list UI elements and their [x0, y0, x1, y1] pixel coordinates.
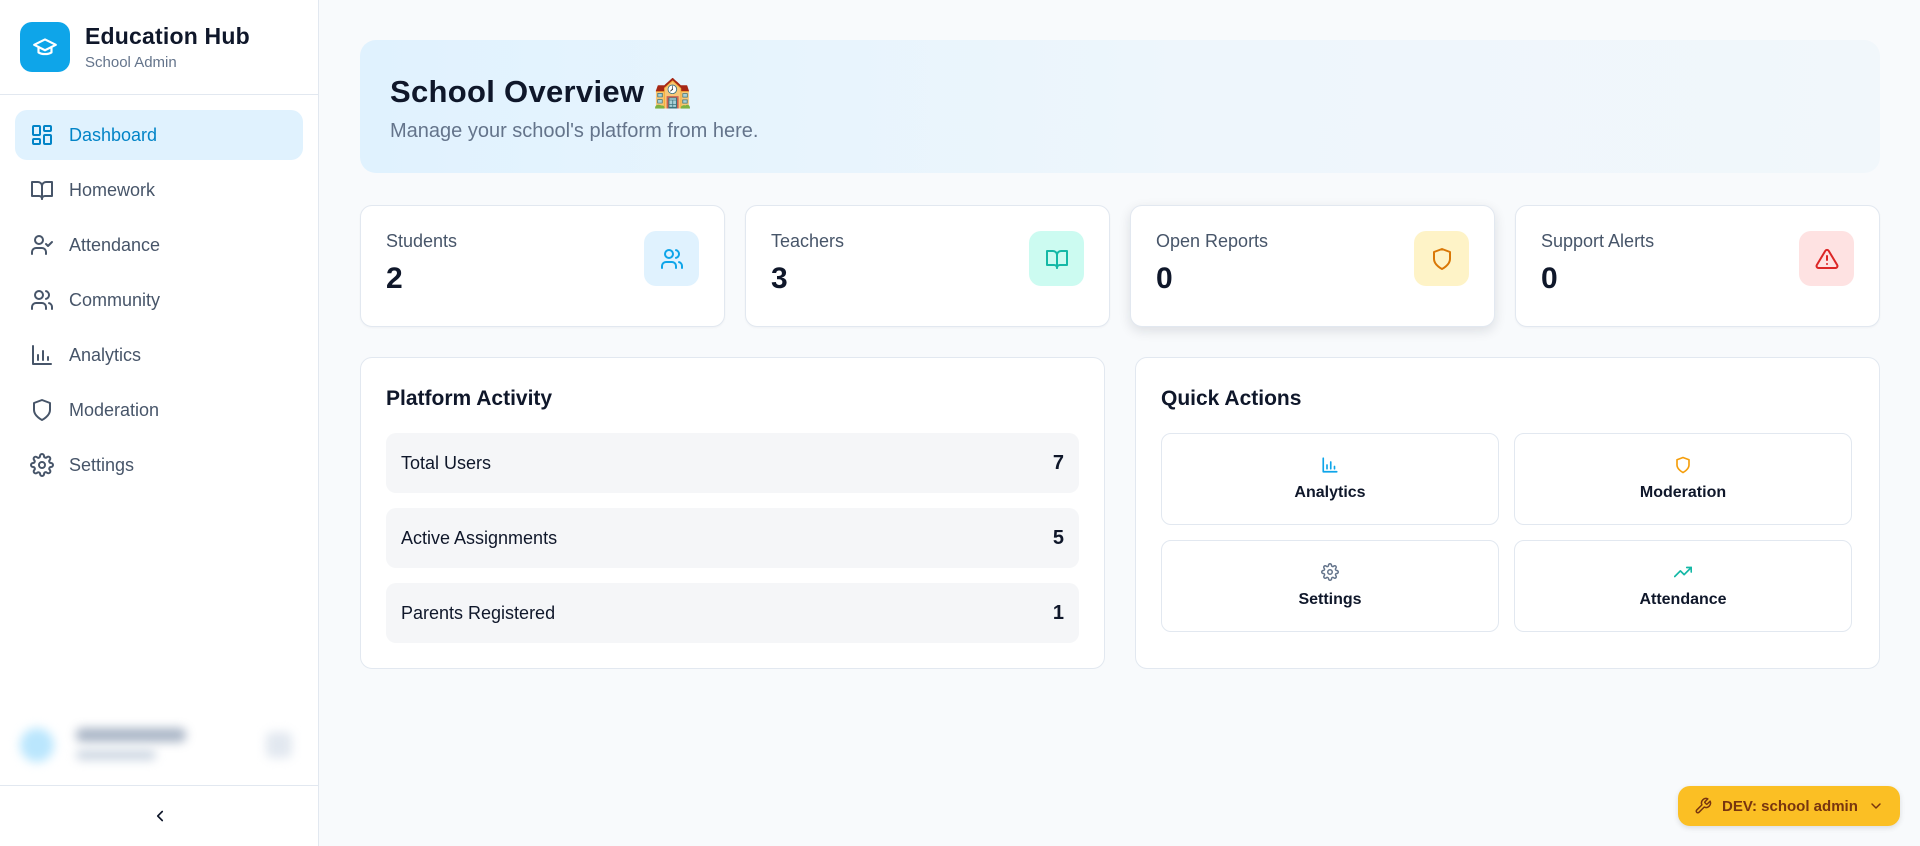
- quick-action-label: Analytics: [1294, 484, 1366, 501]
- sidebar-item-label: Analytics: [69, 344, 142, 365]
- quick-action-settings-button[interactable]: Settings: [1161, 540, 1499, 632]
- collapse-sidebar-button[interactable]: [0, 785, 319, 846]
- panel-title: Platform Activity: [386, 387, 553, 410]
- sidebar-item-community[interactable]: Community: [15, 275, 303, 325]
- sidebar-item-label: Dashboard: [69, 124, 158, 145]
- sidebar-item-attendance[interactable]: Attendance: [15, 220, 303, 270]
- list-item: Total Users 7: [386, 433, 1079, 493]
- stat-card-open-reports: Open Reports 0: [1130, 205, 1495, 327]
- user-name-blurred: [76, 728, 186, 742]
- activity-value: 7: [1052, 451, 1064, 474]
- sidebar-item-analytics[interactable]: Analytics: [15, 330, 303, 380]
- book-icon: [31, 181, 53, 200]
- avatar: [20, 728, 54, 762]
- brand-subtitle: School Admin: [85, 54, 177, 71]
- quick-action-attendance-button[interactable]: Attendance: [1514, 540, 1852, 632]
- sidebar-item-label: Homework: [69, 179, 156, 200]
- quick-action-analytics-button[interactable]: Analytics: [1161, 433, 1499, 525]
- list-item: Parents Registered 1: [386, 583, 1079, 643]
- quick-action-label: Moderation: [1639, 484, 1727, 501]
- graduation-cap-icon: [20, 22, 70, 72]
- main-content: School Overview 🏫 Manage your school's p…: [360, 40, 1880, 669]
- list-item: Active Assignments 5: [386, 508, 1079, 568]
- shield-icon: [1414, 231, 1469, 286]
- brand: Education Hub School Admin: [0, 0, 318, 95]
- platform-activity-panel: Platform Activity Total Users 7 Active A…: [360, 357, 1105, 669]
- users-icon: [31, 290, 53, 310]
- shield-icon: [1676, 456, 1690, 474]
- page-subtitle: Manage your school's platform from here.: [390, 120, 759, 142]
- stat-card-students: Students 2: [360, 205, 725, 327]
- users-icon: [644, 231, 699, 286]
- user-check-icon: [31, 235, 53, 255]
- dev-badge-label: DEV: school admin: [1722, 797, 1858, 815]
- dev-role-switcher[interactable]: DEV: school admin: [1678, 786, 1900, 826]
- sidebar-item-dashboard[interactable]: Dashboard: [15, 110, 303, 160]
- panels-row: Platform Activity Total Users 7 Active A…: [360, 357, 1880, 669]
- dashboard-icon: [32, 125, 52, 145]
- quick-actions-grid: Analytics Moderation Settings Attendance: [1161, 433, 1854, 632]
- user-profile[interactable]: [0, 690, 319, 785]
- quick-actions-panel: Quick Actions Analytics Moderation Setti…: [1135, 357, 1880, 669]
- sidebar-item-label: Settings: [69, 454, 135, 475]
- sidebar-item-settings[interactable]: Settings: [15, 440, 303, 490]
- brand-title: Education Hub: [85, 23, 250, 49]
- quick-action-label: Settings: [1298, 591, 1362, 608]
- bar-chart-icon: [1322, 457, 1338, 473]
- stats-row: Students 2 Teachers 3 Open Reports 0 Sup…: [360, 205, 1880, 327]
- book-icon: [1029, 231, 1084, 286]
- bar-chart-icon: [32, 345, 52, 365]
- sidebar-item-moderation[interactable]: Moderation: [15, 385, 303, 435]
- chevron-left-icon: [156, 810, 163, 822]
- panel-title: Quick Actions: [1161, 387, 1302, 410]
- quick-action-moderation-button[interactable]: Moderation: [1514, 433, 1852, 525]
- shield-icon: [33, 399, 51, 421]
- activity-list: Total Users 7 Active Assignments 5 Paren…: [386, 433, 1079, 643]
- stat-card-teachers: Teachers 3: [745, 205, 1110, 327]
- gear-icon: [30, 453, 54, 477]
- sidebar: Education Hub School Admin Dashboard Hom…: [0, 0, 319, 846]
- activity-label: Parents Registered: [401, 602, 556, 623]
- chevron-down-icon: [1871, 803, 1881, 809]
- gear-icon: [1321, 563, 1339, 581]
- activity-label: Active Assignments: [401, 527, 558, 548]
- stat-card-support-alerts: Support Alerts 0: [1515, 205, 1880, 327]
- user-role-blurred: [76, 750, 156, 760]
- wrench-icon: [1695, 797, 1712, 814]
- sidebar-item-label: Moderation: [69, 399, 160, 420]
- activity-label: Total Users: [401, 452, 492, 473]
- page-title: School Overview 🏫: [390, 74, 693, 109]
- hero-banner: School Overview 🏫 Manage your school's p…: [360, 40, 1880, 173]
- quick-action-label: Attendance: [1639, 591, 1727, 608]
- activity-value: 5: [1052, 526, 1064, 549]
- alert-triangle-icon: [1799, 231, 1854, 286]
- sidebar-nav: Dashboard Homework Attendance Community …: [0, 95, 318, 510]
- logout-button[interactable]: [266, 732, 292, 758]
- sidebar-item-homework[interactable]: Homework: [15, 165, 303, 215]
- activity-value: 1: [1052, 601, 1064, 624]
- trending-up-icon: [1674, 566, 1692, 578]
- sidebar-item-label: Attendance: [69, 234, 161, 255]
- sidebar-item-label: Community: [69, 289, 161, 310]
